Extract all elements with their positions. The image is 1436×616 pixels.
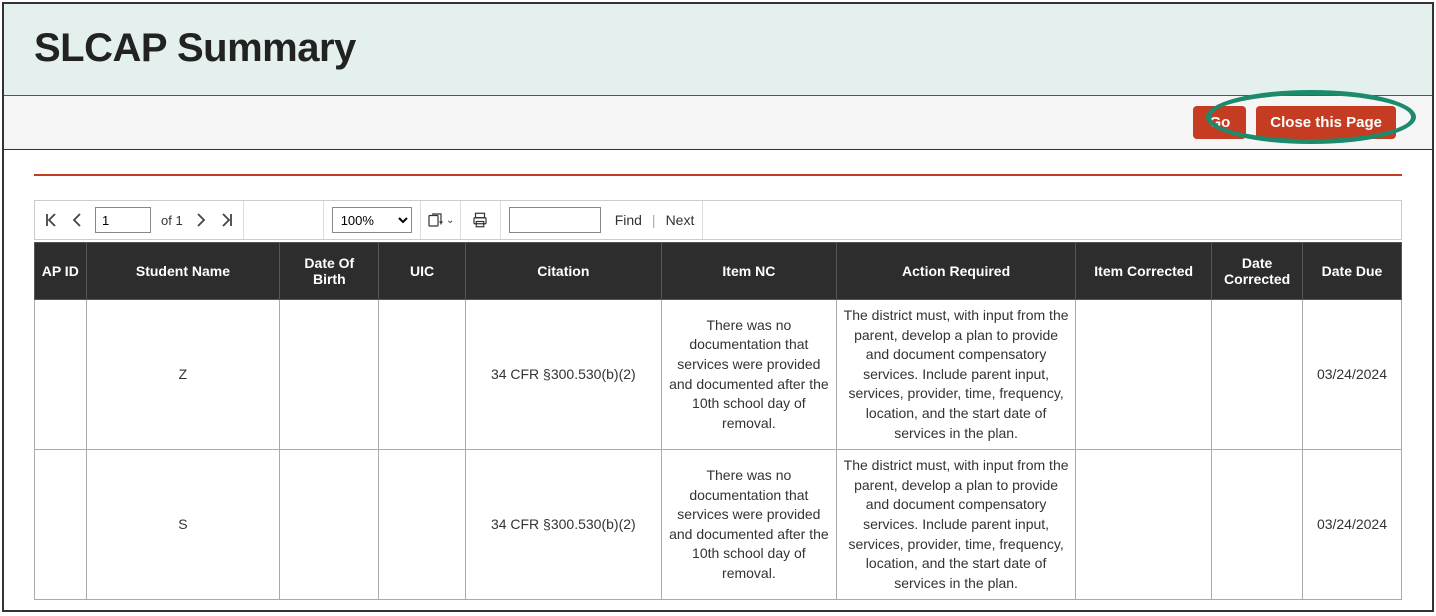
col-action-required: Action Required [837, 243, 1076, 300]
cell-uic [379, 450, 466, 600]
cell-citation: 34 CFR §300.530(b)(2) [465, 300, 661, 450]
find-button[interactable]: Find [615, 212, 642, 228]
cell-action: The district must, with input from the p… [837, 450, 1076, 600]
print-button[interactable] [461, 201, 501, 239]
col-uic: UIC [379, 243, 466, 300]
divider-rule [34, 174, 1402, 176]
close-page-button[interactable]: Close this Page [1256, 106, 1396, 139]
cell-item-nc: There was no documentation that services… [661, 300, 836, 450]
col-ap-id: AP ID [35, 243, 87, 300]
header-band: SLCAP Summary [4, 4, 1432, 96]
zoom-select[interactable]: 100% [332, 207, 412, 233]
export-button[interactable]: ⌄ [421, 201, 461, 239]
cell-apid [35, 300, 87, 450]
toolbar-divider: | [652, 212, 656, 228]
cell-item-nc: There was no documentation that services… [661, 450, 836, 600]
find-input[interactable] [509, 207, 601, 233]
cell-uic [379, 300, 466, 450]
action-bar: Go Close this Page [4, 96, 1432, 150]
cell-item-corr [1076, 300, 1212, 450]
col-date-due: Date Due [1302, 243, 1401, 300]
last-page-icon[interactable] [219, 212, 235, 228]
cell-citation: 34 CFR §300.530(b)(2) [465, 450, 661, 600]
prev-page-icon[interactable] [69, 212, 85, 228]
col-student-name: Student Name [86, 243, 280, 300]
cell-dob [280, 450, 379, 600]
cell-action: The district must, with input from the p… [837, 300, 1076, 450]
col-item-corrected: Item Corrected [1076, 243, 1212, 300]
cell-date-due: 03/24/2024 [1302, 450, 1401, 600]
col-date-corrected: Date Corrected [1212, 243, 1303, 300]
first-page-icon[interactable] [43, 212, 59, 228]
table-row: S 34 CFR §300.530(b)(2) There was no doc… [35, 450, 1402, 600]
page-number-input[interactable] [95, 207, 151, 233]
cell-name: S [86, 450, 280, 600]
report-toolbar: of 1 100% ⌄ Find | Next [34, 200, 1402, 240]
table-row: Z 34 CFR §300.530(b)(2) There was no doc… [35, 300, 1402, 450]
cell-item-corr [1076, 450, 1212, 600]
cell-date-corr [1212, 300, 1303, 450]
cell-dob [280, 300, 379, 450]
page-title: SLCAP Summary [34, 26, 1402, 71]
next-page-icon[interactable] [193, 212, 209, 228]
summary-table: AP ID Student Name Date Of Birth UIC Cit… [34, 242, 1402, 600]
col-citation: Citation [465, 243, 661, 300]
col-dob: Date Of Birth [280, 243, 379, 300]
cell-apid [35, 450, 87, 600]
cell-name: Z [86, 300, 280, 450]
cell-date-due: 03/24/2024 [1302, 300, 1401, 450]
next-button[interactable]: Next [666, 212, 695, 228]
col-item-nc: Item NC [661, 243, 836, 300]
page-of-label: of 1 [161, 213, 183, 228]
cell-date-corr [1212, 450, 1303, 600]
go-button[interactable]: Go [1193, 106, 1246, 139]
